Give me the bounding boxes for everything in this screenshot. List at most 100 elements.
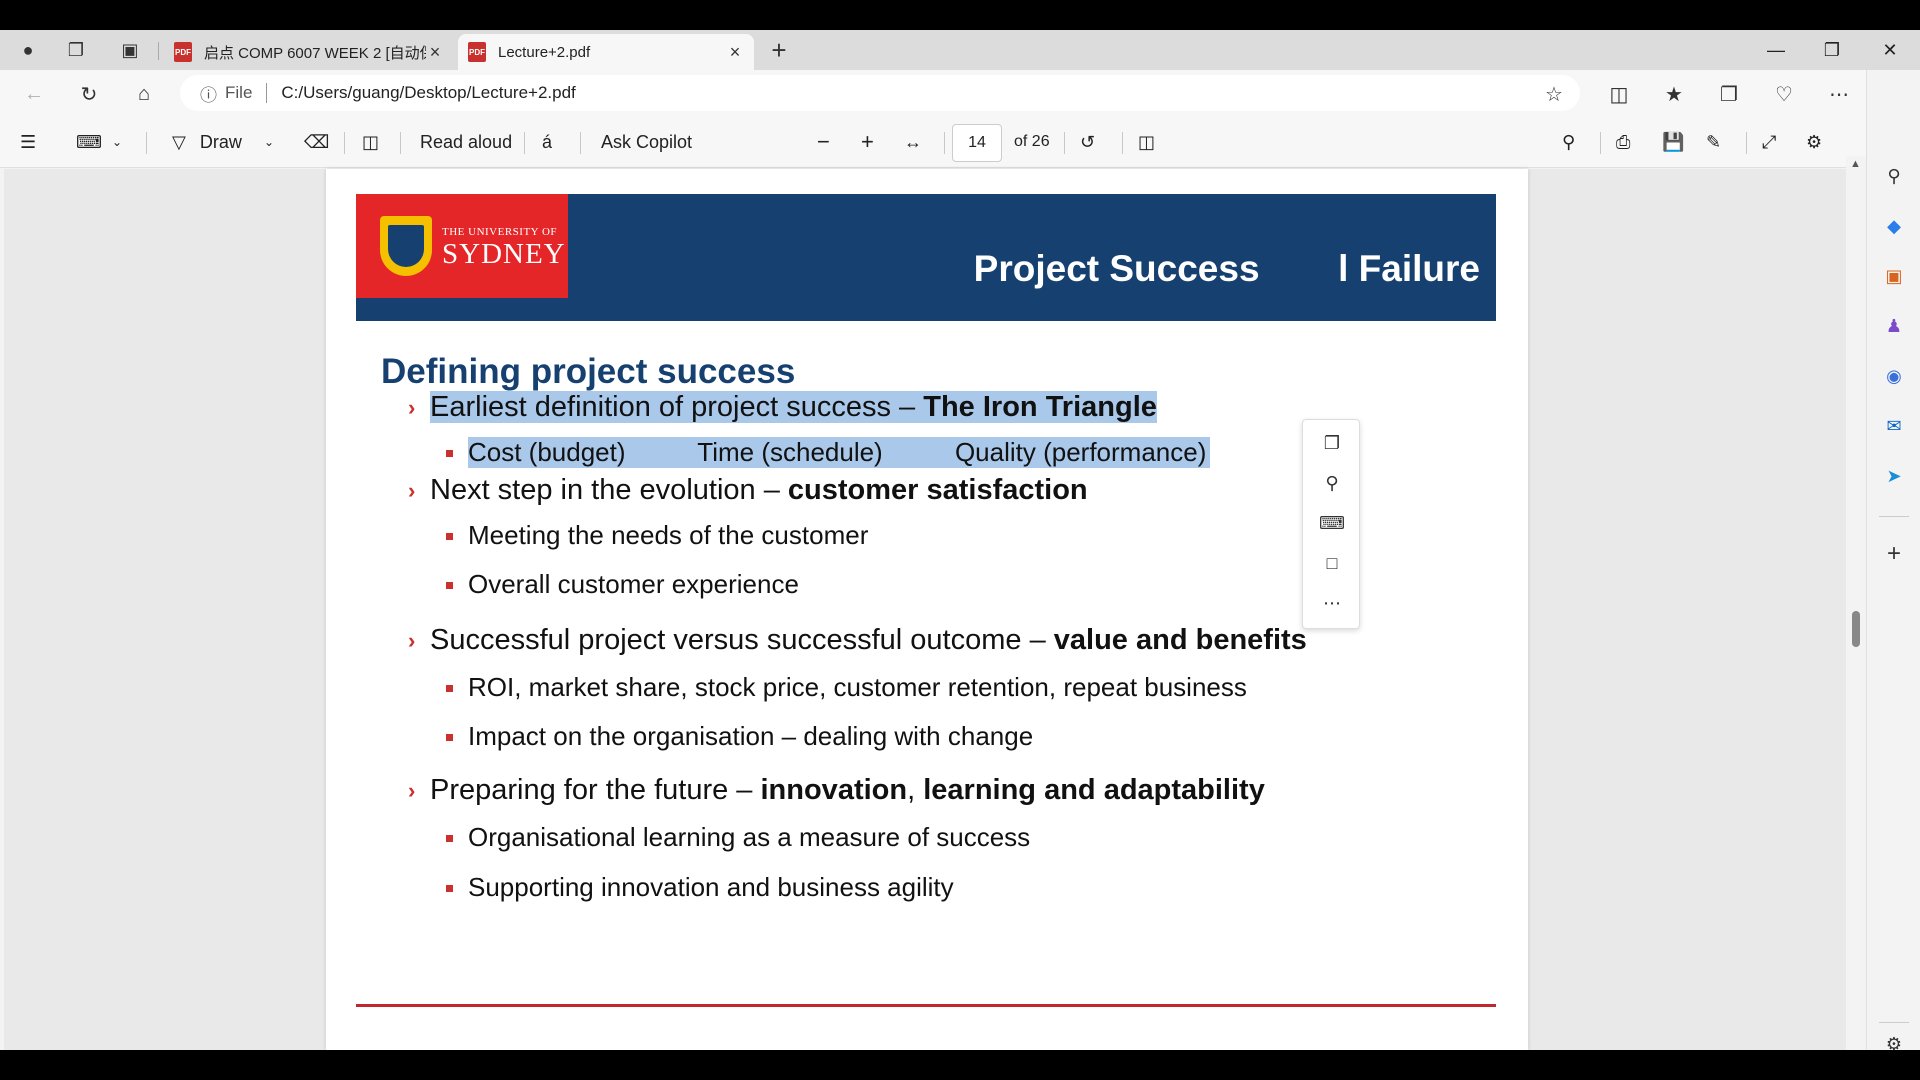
tab-comp6007[interactable]: PDF 启点 COMP 6007 WEEK 2 [自动保存 × [164, 34, 454, 70]
read-aloud-button[interactable]: Read aloud [420, 128, 512, 156]
tab-label: Lecture+2.pdf [498, 43, 591, 61]
url-text[interactable]: C:/Users/guang/Desktop/Lecture+2.pdf [281, 83, 575, 103]
search-icon[interactable]: ⚲ [1317, 468, 1347, 498]
fit-to-width-icon[interactable]: ↔ [904, 128, 922, 156]
add-icon[interactable]: + [1880, 540, 1908, 568]
tab-lecture2[interactable]: PDF Lecture+2.pdf × [458, 34, 754, 70]
logo-big-text: SYDNEY [442, 238, 566, 270]
new-tab-icon[interactable]: + [767, 35, 791, 65]
scroll-up-arrow-icon[interactable]: ▲ [1850, 158, 1861, 170]
translate-icon[interactable]: á [542, 128, 552, 156]
square-bullet-icon [446, 450, 453, 457]
chevron-down-icon[interactable]: ⌄ [112, 128, 122, 156]
pdf-file-icon: PDF [174, 42, 192, 62]
bullet-text: Earliest definition of project success –… [430, 391, 1157, 423]
workspaces-icon[interactable]: ❐ [64, 38, 88, 62]
bullet-text: Cost (budget) Time (schedule) Quality (p… [468, 437, 1207, 467]
toolbar-separator [1064, 132, 1065, 154]
favorites-icon[interactable]: ★ [1660, 80, 1688, 108]
close-icon[interactable]: × [726, 42, 744, 63]
comment-icon[interactable]: □ [1317, 548, 1347, 578]
banner-title: Project Success l Failure [974, 248, 1480, 290]
outlook-icon[interactable]: ✉ [1880, 412, 1908, 440]
sidebar-separator [1879, 516, 1909, 517]
banner-title-part2: l Failure [1338, 248, 1480, 289]
pdf-viewport[interactable]: Project Success l Failure THE UNIVERSITY… [4, 169, 1846, 1050]
toolbar-separator [400, 132, 401, 154]
url-scheme-label: File [225, 83, 253, 102]
rotate-icon[interactable]: ↺ [1080, 128, 1095, 156]
bullet-1: › Earliest definition of project success… [408, 391, 1157, 424]
shopping-tag-icon[interactable]: ◆ [1880, 212, 1908, 240]
footer-divider [356, 1004, 1496, 1007]
page-number-input[interactable]: 14 [952, 124, 1002, 162]
slide-heading: Defining project success [381, 352, 796, 391]
profile-icon[interactable]: ● [16, 38, 40, 62]
browser-essentials-icon[interactable]: ♡ [1770, 80, 1798, 108]
url-separator [266, 83, 268, 103]
print-icon[interactable]: ⎙ [1616, 128, 1630, 156]
refresh-icon[interactable]: ↻ [75, 80, 103, 108]
settings-gear-icon[interactable]: ⚙ [1806, 128, 1822, 156]
highlight-icon[interactable]: ⌨ [1317, 508, 1347, 538]
m365-icon[interactable]: ◉ [1880, 362, 1908, 390]
toolbar-separator [580, 132, 581, 154]
bullet-3: › Successful project versus successful o… [408, 624, 1307, 656]
vertical-scrollbar[interactable]: ▲ ▼ [1846, 156, 1866, 1080]
send-icon[interactable]: ➤ [1880, 462, 1908, 490]
fullscreen-icon[interactable]: ⤢ [1762, 128, 1776, 156]
bullet-4-sub-1: Organisational learning as a measure of … [446, 822, 1030, 853]
zoom-in-icon[interactable]: + [861, 128, 874, 156]
draw-button[interactable]: ▽ Draw [172, 128, 242, 156]
square-bullet-icon [446, 533, 453, 540]
address-bar-row: ← ↻ ⌂ ⓘ File C:/Users/guang/Desktop/Lect… [0, 70, 1920, 116]
split-screen-icon[interactable]: ◫ [1605, 80, 1633, 108]
more-options-icon[interactable]: ⋯ [1317, 588, 1347, 618]
text-box-icon[interactable]: ◫ [362, 128, 379, 156]
tab-strip: ● ❐ ▣ PDF 启点 COMP 6007 WEEK 2 [自动保存 × PD… [0, 30, 1920, 70]
chevron-right-icon: › [408, 395, 416, 420]
contents-list-icon[interactable]: ☰ [20, 128, 36, 156]
tab-actions-icon[interactable]: ▣ [118, 38, 142, 62]
info-icon[interactable]: ⓘ [200, 81, 217, 106]
minimize-button[interactable]: — [1756, 38, 1796, 62]
ask-copilot-button[interactable]: Ask Copilot [601, 128, 692, 156]
zoom-out-icon[interactable]: − [817, 128, 830, 156]
collections-icon[interactable]: ❐ [1715, 80, 1743, 108]
scrollbar-thumb[interactable] [1852, 611, 1860, 647]
square-bullet-icon [446, 885, 453, 892]
bullet-3-sub-1: ROI, market share, stock price, customer… [446, 672, 1247, 703]
home-icon[interactable]: ⌂ [130, 80, 158, 108]
highlight-icon[interactable]: ⌨ [76, 128, 102, 156]
close-window-button[interactable]: ✕ [1870, 38, 1910, 62]
tools-briefcase-icon[interactable]: ▣ [1880, 262, 1908, 290]
more-options-icon[interactable]: ⋯ [1825, 80, 1853, 108]
copy-icon[interactable]: ❐ [1317, 428, 1347, 458]
page-view-icon[interactable]: ◫ [1138, 128, 1155, 156]
favorite-star-icon[interactable]: ☆ [1540, 80, 1568, 108]
chevron-down-icon[interactable]: ⌄ [264, 128, 274, 156]
tab-label: 启点 COMP 6007 WEEK 2 [自动保存 [204, 44, 426, 62]
draw-label: Draw [199, 131, 242, 152]
save-as-icon[interactable]: ✎ [1706, 128, 1721, 156]
edge-sidebar: ⚲ ◆ ▣ ♟ ◉ ✉ ➤ + ⚙ [1866, 70, 1920, 1054]
search-icon[interactable]: ⚲ [1880, 162, 1908, 190]
screen-top-border [0, 0, 1920, 30]
search-icon[interactable]: ⚲ [1562, 128, 1575, 156]
games-icon[interactable]: ♟ [1880, 312, 1908, 340]
square-bullet-icon [446, 734, 453, 741]
bullet-4: › Preparing for the future – innovation,… [408, 774, 1265, 806]
square-bullet-icon [446, 835, 453, 842]
close-icon[interactable]: × [426, 42, 444, 63]
toolbar-separator [146, 132, 147, 154]
bullet-2: › Next step in the evolution – customer … [408, 474, 1088, 506]
restore-button[interactable]: ❐ [1812, 38, 1852, 62]
pdf-toolbar: ☰ ⌨ ⌄ ▽ Draw ⌄ ⌫ ◫ Read aloud á Ask Copi… [0, 116, 1866, 168]
eraser-icon[interactable]: ⌫ [304, 128, 329, 156]
back-arrow-icon[interactable]: ← [20, 80, 48, 108]
toolbar-separator [1746, 132, 1747, 154]
browser-window: ● ❐ ▣ PDF 启点 COMP 6007 WEEK 2 [自动保存 × PD… [0, 30, 1920, 1080]
save-icon[interactable]: 💾 [1662, 128, 1684, 156]
url-field[interactable]: ⓘ File C:/Users/guang/Desktop/Lecture+2.… [180, 75, 1580, 111]
crest-icon [380, 216, 432, 276]
